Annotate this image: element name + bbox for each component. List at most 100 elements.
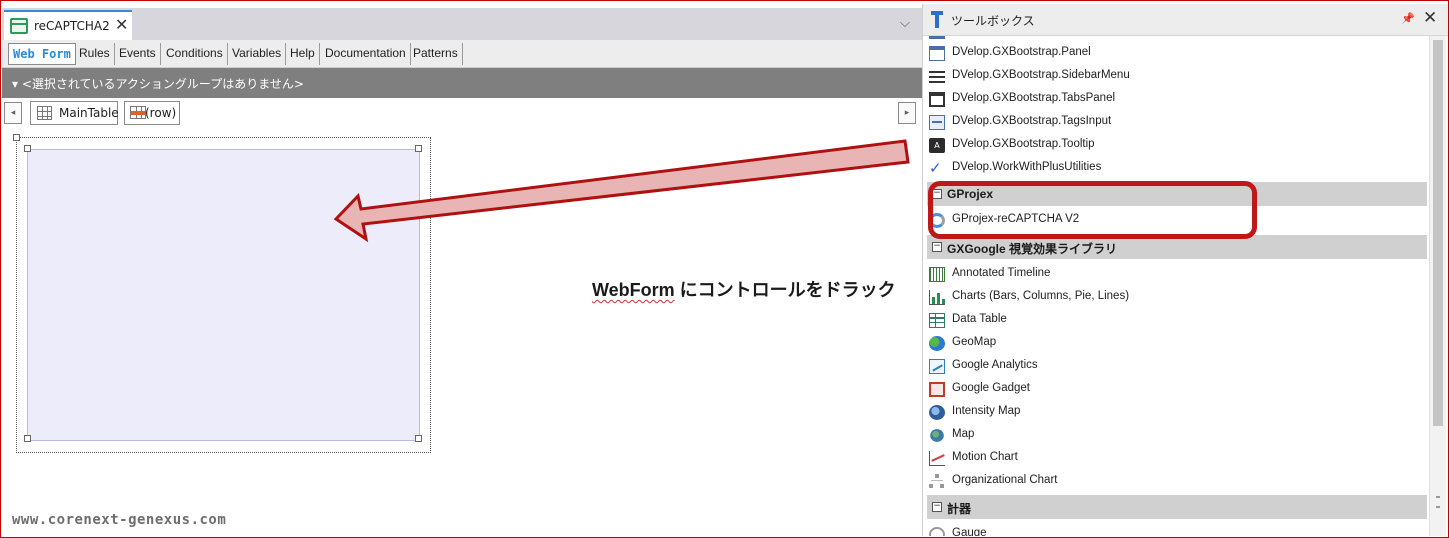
document-tab-recaptcha2[interactable]: reCAPTCHA2 ✕ bbox=[4, 10, 132, 40]
close-tab-icon[interactable]: ✕ bbox=[115, 15, 128, 34]
toolbox-item-label: Intensity Map bbox=[952, 405, 1021, 417]
collapse-icon[interactable]: − bbox=[932, 502, 942, 512]
close-icon[interactable]: ✕ bbox=[1423, 8, 1437, 28]
toolbox-item[interactable]: DVelop.GXBootstrap.Panel bbox=[923, 42, 1429, 65]
tab-conditions[interactable]: Conditions bbox=[162, 43, 228, 65]
toolbox-item-label: GeoMap bbox=[952, 336, 997, 348]
toolbox-group-gauge[interactable]: − 計器 bbox=[927, 495, 1427, 519]
tab-rules[interactable]: Rules bbox=[75, 43, 115, 65]
tabs-panel-icon bbox=[929, 92, 945, 107]
drag-instruction-caption: WebForm にコントロールをドラック bbox=[592, 276, 896, 302]
toolbox-header: ツールボックス 📌 ✕ bbox=[923, 4, 1448, 36]
tab-help[interactable]: Help bbox=[286, 43, 320, 65]
toolbox-item[interactable]: DVelop.GXBootstrap.TabsPanel bbox=[923, 88, 1429, 111]
toolbox-item[interactable]: Google Gadget bbox=[923, 378, 1429, 401]
toolbox-item[interactable]: Charts (Bars, Columns, Pie, Lines) bbox=[923, 286, 1429, 309]
toolbox-item-label: DVelop.GXBootstrap.TagsInput bbox=[952, 115, 1112, 127]
tooltip-icon: A bbox=[929, 138, 945, 153]
toolbox-item-label: Motion Chart bbox=[952, 451, 1018, 463]
breadcrumb-row[interactable]: (row) bbox=[124, 101, 180, 125]
tab-patterns[interactable]: Patterns bbox=[409, 43, 463, 65]
toolbox-item-label: Annotated Timeline bbox=[952, 267, 1051, 279]
tab-list-dropdown-icon[interactable]: ⌵ bbox=[900, 16, 910, 31]
panel-icon bbox=[929, 46, 945, 61]
timeline-icon bbox=[929, 267, 945, 282]
toolbox-item[interactable]: Motion Chart bbox=[923, 447, 1429, 470]
toolbox-item-label: Google Gadget bbox=[952, 382, 1031, 394]
intensity-map-icon bbox=[929, 405, 945, 420]
toolbox-item[interactable]: A DVelop.GXBootstrap.Tooltip bbox=[923, 134, 1429, 157]
motion-chart-icon bbox=[929, 451, 945, 466]
map-icon bbox=[930, 429, 944, 442]
toolbox-item[interactable]: Google Analytics bbox=[923, 355, 1429, 378]
action-group-text: ▾ <選択されているアクショングループはありません> bbox=[12, 77, 304, 91]
control-breadcrumb: ◂ MainTable (row) ▸ bbox=[2, 98, 922, 128]
gadget-icon bbox=[929, 382, 945, 397]
toolbox-item-label: DVelop.GXBootstrap.SidebarMenu bbox=[952, 69, 1130, 81]
toolbox-item-label: DVelop.GXBootstrap.Tooltip bbox=[952, 138, 1095, 150]
scrollbar-grip-icon bbox=[1436, 496, 1440, 508]
gauge-icon bbox=[929, 527, 945, 536]
analytics-icon bbox=[929, 359, 945, 374]
tab-documentation[interactable]: Documentation bbox=[321, 43, 411, 65]
toolbox-item[interactable]: Annotated Timeline bbox=[923, 263, 1429, 286]
tab-web-form[interactable]: Web Form bbox=[8, 43, 76, 65]
document-tab-strip: reCAPTCHA2 ✕ ⌵ bbox=[2, 8, 922, 40]
document-tab-title: reCAPTCHA2 bbox=[34, 19, 110, 33]
toolbox-item[interactable]: Gauge bbox=[923, 523, 1429, 536]
resize-handle[interactable] bbox=[415, 435, 422, 442]
main-table-design-area[interactable] bbox=[13, 134, 431, 453]
sidebar-menu-icon bbox=[929, 69, 945, 84]
data-table-icon bbox=[929, 313, 945, 328]
breadcrumb-main-table[interactable]: MainTable bbox=[30, 101, 119, 125]
pin-icon[interactable]: 📌 bbox=[1401, 12, 1415, 25]
toolbox-item[interactable]: DVelop.GXBootstrap.SidebarMenu bbox=[923, 65, 1429, 88]
partial-item-icon bbox=[929, 36, 945, 39]
tab-events[interactable]: Events bbox=[115, 43, 161, 65]
toolbox-item[interactable]: Intensity Map bbox=[923, 401, 1429, 424]
resize-handle[interactable] bbox=[24, 435, 31, 442]
org-chart-icon bbox=[929, 474, 945, 489]
toolbox-item[interactable]: Data Table bbox=[923, 309, 1429, 332]
resize-handle[interactable] bbox=[13, 134, 20, 141]
gprojex-highlight bbox=[928, 181, 1257, 239]
table-icon bbox=[37, 106, 52, 120]
webpanel-icon bbox=[10, 18, 28, 34]
caption-webform: WebForm bbox=[592, 280, 675, 300]
part-tabs: Web Form Rules Events Conditions Variabl… bbox=[2, 40, 922, 68]
watermark: www.corenext-genexus.com bbox=[12, 512, 227, 528]
resize-handle[interactable] bbox=[415, 145, 422, 152]
action-group-bar[interactable]: ▾ <選択されているアクショングループはありません> bbox=[2, 68, 922, 98]
caption-rest: にコントロールをドラック bbox=[674, 280, 896, 300]
tab-variables[interactable]: Variables bbox=[228, 43, 287, 65]
toolbox-icon bbox=[931, 11, 943, 29]
toolbox-item[interactable]: DVelop.GXBootstrap.TagsInput bbox=[923, 111, 1429, 134]
toolbox-panel: ツールボックス 📌 ✕ DVelop.GXBootstrap.Panel DVe… bbox=[922, 4, 1448, 536]
group-label: 計器 bbox=[947, 502, 972, 516]
resize-handle[interactable] bbox=[24, 145, 31, 152]
row-icon bbox=[130, 106, 146, 119]
toolbox-scrollbar[interactable] bbox=[1429, 36, 1446, 536]
toolbox-item-label: Google Analytics bbox=[952, 359, 1038, 371]
group-label: GXGoogle 視覚効果ライブラリ bbox=[947, 242, 1118, 256]
toolbox-title: ツールボックス bbox=[951, 14, 1035, 28]
breadcrumb-scroll-right-icon[interactable]: ▸ bbox=[898, 102, 916, 124]
table-cell-drop-area[interactable] bbox=[27, 149, 420, 441]
toolbox-item-label: Gauge bbox=[952, 527, 987, 536]
toolbox-item[interactable]: ✓ DVelop.WorkWithPlusUtilities bbox=[923, 157, 1429, 180]
breadcrumb-row-label: (row) bbox=[145, 106, 177, 120]
toolbox-item-label: DVelop.GXBootstrap.TabsPanel bbox=[952, 92, 1116, 104]
toolbox-item-label: DVelop.WorkWithPlusUtilities bbox=[952, 161, 1102, 173]
toolbox-item-label: Map bbox=[952, 428, 975, 440]
breadcrumb-scroll-left-icon[interactable]: ◂ bbox=[4, 102, 22, 124]
scrollbar-thumb[interactable] bbox=[1433, 40, 1443, 426]
toolbox-item-label: Charts (Bars, Columns, Pie, Lines) bbox=[952, 290, 1130, 302]
geomap-icon bbox=[929, 336, 945, 351]
toolbox-item[interactable]: Organizational Chart bbox=[923, 470, 1429, 493]
toolbox-item-label: Data Table bbox=[952, 313, 1007, 325]
collapse-icon[interactable]: − bbox=[932, 242, 942, 252]
toolbox-item[interactable]: GeoMap bbox=[923, 332, 1429, 355]
toolbox-item-label: DVelop.GXBootstrap.Panel bbox=[952, 46, 1091, 58]
tags-input-icon bbox=[929, 115, 945, 130]
toolbox-item[interactable]: Map bbox=[923, 424, 1429, 447]
